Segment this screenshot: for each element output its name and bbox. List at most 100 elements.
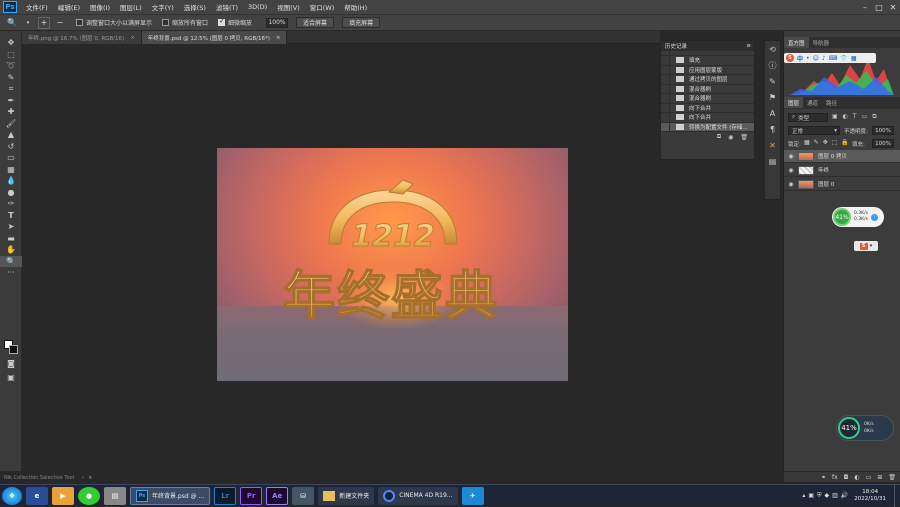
background-color-swatch[interactable] <box>9 345 18 354</box>
close-icon[interactable]: × <box>276 35 281 41</box>
tray-shield-icon[interactable]: ⛨ <box>817 492 822 500</box>
layer-row-selected[interactable]: ◉ 图层 0 拷贝 <box>784 150 900 163</box>
maximize-button[interactable]: □ <box>872 3 886 12</box>
filter-smart-icon[interactable]: ⧉ <box>872 113 876 121</box>
menu-help[interactable]: 帮助(H) <box>339 2 372 12</box>
ime-toolbar[interactable]: S 中 • ☺ ♪ ⌨ 👕 ▦ <box>784 53 876 63</box>
history-panel-icon[interactable]: ⟲ <box>765 41 780 57</box>
menu-select[interactable]: 选择(S) <box>179 2 211 12</box>
media-encoder-icon[interactable]: ⛁ <box>292 486 315 505</box>
character-panel-icon[interactable]: A <box>765 105 780 121</box>
fit-screen-button[interactable]: 适合屏幕 <box>296 17 335 28</box>
blur-tool-icon[interactable]: 💧 <box>0 175 22 187</box>
snapshot-camera-icon[interactable]: ◉ <box>728 134 733 141</box>
trash-icon[interactable]: 🗑 <box>888 474 896 481</box>
eye-icon[interactable]: ◉ <box>784 181 798 188</box>
speed-toggle-icon[interactable]: › <box>870 213 878 221</box>
eye-icon[interactable]: ◉ <box>784 167 798 174</box>
tray-app-icon[interactable]: ▣ <box>808 492 814 499</box>
hand-tool-icon[interactable]: ✋ <box>0 244 22 256</box>
status-arrow-icon[interactable]: › <box>82 475 84 481</box>
brush-tool-icon[interactable]: 🖌 <box>0 118 22 130</box>
history-item[interactable]: 应用图层蒙版 <box>661 65 754 75</box>
taskbar-cinema4d-app[interactable]: CINEMA 4D R19... <box>378 486 458 505</box>
clock[interactable]: 18:04 2022/10/31 <box>854 489 886 503</box>
eye-icon[interactable]: ◉ <box>784 153 798 160</box>
fill-screen-button[interactable]: 填充屏幕 <box>342 17 381 28</box>
taskbar-folder-app[interactable]: 新建文件夹 <box>318 486 375 505</box>
history-item-current[interactable]: 转换为配置文件 (存储... <box>661 122 754 132</box>
resize-windows-checkbox[interactable] <box>76 19 83 26</box>
zoom-in-icon[interactable]: + <box>38 16 50 29</box>
tab-channels[interactable]: 通道 <box>803 97 822 108</box>
link-layers-icon[interactable]: ⚭ <box>821 474 826 481</box>
history-item[interactable]: 向下合并 <box>661 112 754 123</box>
ime-emoji-icon[interactable]: ☺ <box>813 55 819 62</box>
paragraph-panel-icon[interactable]: ¶ <box>765 121 780 137</box>
menu-layer[interactable]: 图层(L) <box>115 2 147 12</box>
layer-filter-select[interactable]: ⌕ 类型 <box>788 113 828 122</box>
tab-paths[interactable]: 路径 <box>822 97 841 108</box>
lock-paint-icon[interactable]: ✎ <box>814 139 819 146</box>
eyedropper-tool-icon[interactable]: ✒ <box>0 95 22 107</box>
adjustment-layer-icon[interactable]: ◐ <box>854 474 859 481</box>
history-item[interactable]: 填充 <box>661 55 754 66</box>
marquee-tool-icon[interactable]: ⬚ <box>0 49 22 61</box>
start-button-icon[interactable]: ❖ <box>2 486 22 505</box>
network-speed-widget-2[interactable]: 41% 0K/s 0K/s <box>836 415 894 441</box>
lock-all-icon[interactable]: 🔒 <box>841 139 848 146</box>
panel-menu-icon[interactable]: ≡ <box>746 43 751 49</box>
crop-tool-icon[interactable]: ⌗ <box>0 83 22 95</box>
new-document-from-state-icon[interactable]: ⧉ <box>717 133 721 141</box>
ime-punct-icon[interactable]: • <box>806 55 810 62</box>
document-canvas[interactable]: 1212 年终盛典 <box>217 148 568 381</box>
history-brush-icon[interactable]: ↺ <box>0 141 22 153</box>
menu-3d[interactable]: 3D(D) <box>243 3 272 11</box>
shape-tool-icon[interactable]: ▬ <box>0 233 22 245</box>
tab-layers[interactable]: 图层 <box>784 97 804 108</box>
zoom-tool-active-icon[interactable]: 🔍 <box>0 255 22 267</box>
opacity-field[interactable]: 100% <box>872 126 894 135</box>
quick-select-tool-icon[interactable]: ✎ <box>0 72 22 84</box>
group-folder-icon[interactable]: ▭ <box>866 474 872 481</box>
tab-nianzhong-png[interactable]: 年终.png @ 16.7% (图层 0, RGB/16) × <box>22 31 142 44</box>
layer-row[interactable]: ◉ 年终 <box>784 164 900 177</box>
tray-expand-icon[interactable]: ▴ <box>802 492 805 499</box>
scrubby-zoom-option[interactable]: 细微缩放 <box>218 17 252 27</box>
menu-filter[interactable]: 滤镜(T) <box>211 2 243 12</box>
dodge-tool-icon[interactable]: ● <box>0 187 22 199</box>
ime-tools-icon[interactable]: ▦ <box>851 55 857 62</box>
type-tool-icon[interactable]: T <box>0 210 22 222</box>
file-explorer-icon[interactable]: ▤ <box>104 486 126 505</box>
ime-skin-icon[interactable]: 👕 <box>840 55 847 62</box>
gradient-tool-icon[interactable]: ▦ <box>0 164 22 176</box>
wechat-icon[interactable]: ● <box>78 486 100 505</box>
ime-chinese-icon[interactable]: 中 <box>797 54 803 63</box>
brush-settings-icon[interactable]: ✎ <box>765 73 780 89</box>
tray-volume-icon[interactable]: 🔊 <box>841 492 848 499</box>
ime-floating-widget[interactable]: S ▾ <box>854 241 878 251</box>
properties-icon[interactable]: ▤ <box>765 153 780 169</box>
dropdown-icon[interactable]: ▾ <box>22 17 34 29</box>
plugin-icon[interactable]: ✕ <box>765 137 780 153</box>
history-item[interactable]: 向下合并 <box>661 103 754 113</box>
move-tool-icon[interactable]: ✥ <box>0 37 22 49</box>
clone-source-icon[interactable]: ⚑ <box>765 89 780 105</box>
pen-tool-icon[interactable]: ✑ <box>0 198 22 210</box>
tab-navigator[interactable]: 导航器 <box>809 37 834 48</box>
eraser-tool-icon[interactable]: ▭ <box>0 152 22 164</box>
lock-transparent-icon[interactable]: ▦ <box>804 139 810 146</box>
scrubby-zoom-checkbox[interactable] <box>218 17 226 26</box>
status-close-icon[interactable]: × <box>88 475 92 481</box>
tray-network-icon[interactable]: ▥ <box>832 492 838 499</box>
tab-nianzhong-psd[interactable]: 年终背景.psd @ 12.5% (图层 0 拷贝, RGB/16*) × <box>141 31 288 44</box>
zoom-all-option[interactable]: 缩放所有窗口 <box>162 18 208 27</box>
ime-keyboard-icon[interactable]: ⌨ <box>829 55 838 62</box>
menu-edit[interactable]: 编辑(E) <box>53 2 85 12</box>
media-player-icon[interactable]: ▶ <box>52 486 74 505</box>
new-layer-icon[interactable]: ⊞ <box>877 474 882 481</box>
tray-update-icon[interactable]: ◆ <box>825 492 830 499</box>
minimize-button[interactable]: – <box>858 3 872 12</box>
ie-browser-icon[interactable]: e <box>26 486 48 505</box>
zoom-out-icon[interactable]: − <box>54 17 66 29</box>
